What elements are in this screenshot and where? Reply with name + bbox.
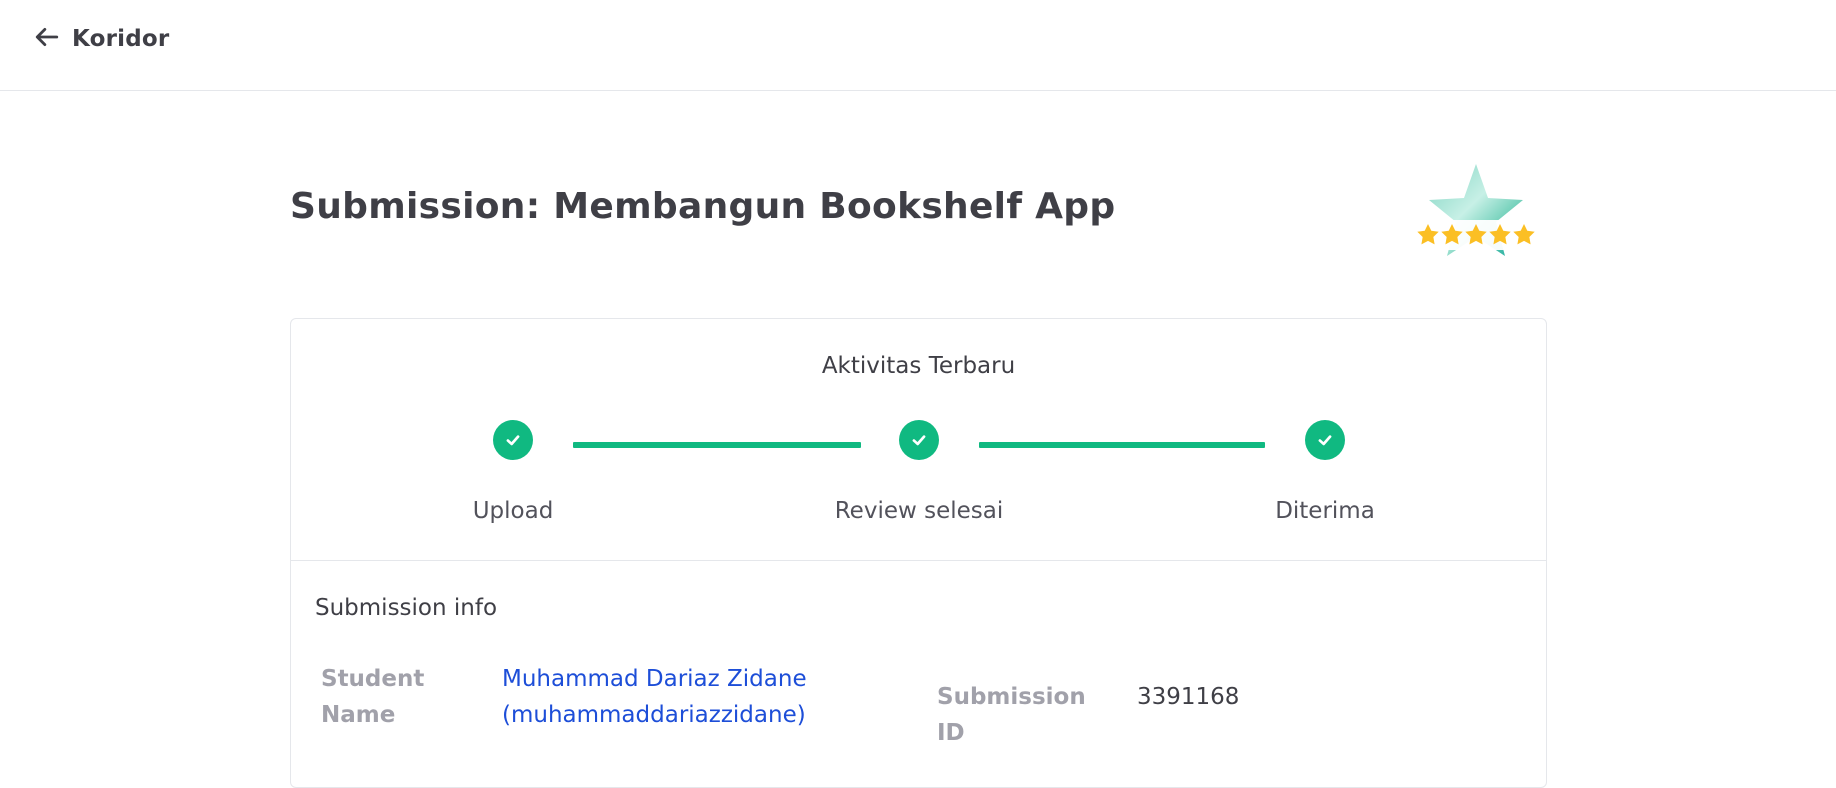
card-divider: [291, 560, 1546, 561]
student-name-label: Student Name: [321, 666, 425, 728]
step-connector-2: [979, 442, 1265, 448]
submission-id-value: 3391168: [1137, 684, 1240, 710]
step-label-diterima: Diterima: [1275, 498, 1375, 524]
star-rating-badge: [1410, 158, 1542, 266]
page-title: Submission: Membangun Bookshelf App: [290, 186, 1116, 227]
check-icon: [1318, 435, 1332, 446]
step-review-check: [899, 420, 939, 460]
check-icon: [506, 435, 520, 446]
step-diterima-check: [1305, 420, 1345, 460]
submission-id-label: Submission ID: [937, 684, 1086, 746]
back-to-koridor-link[interactable]: Koridor: [34, 22, 169, 56]
arrow-left-icon: [34, 24, 60, 54]
submission-info-title: Submission info: [315, 595, 498, 621]
step-label-upload: Upload: [472, 498, 554, 524]
step-label-review: Review selesai: [834, 498, 1004, 524]
step-connector-1: [573, 442, 861, 448]
student-name-link[interactable]: Muhammad Dariaz Zidane (muhammaddariazzi…: [502, 661, 807, 733]
check-icon: [912, 435, 926, 446]
activity-title: Aktivitas Terbaru: [821, 353, 1016, 379]
submission-card: Aktivitas Terbaru Upload Review selesai …: [290, 318, 1547, 788]
top-bar: Koridor: [0, 0, 1836, 91]
back-link-label: Koridor: [72, 26, 170, 52]
step-upload-check: [493, 420, 533, 460]
